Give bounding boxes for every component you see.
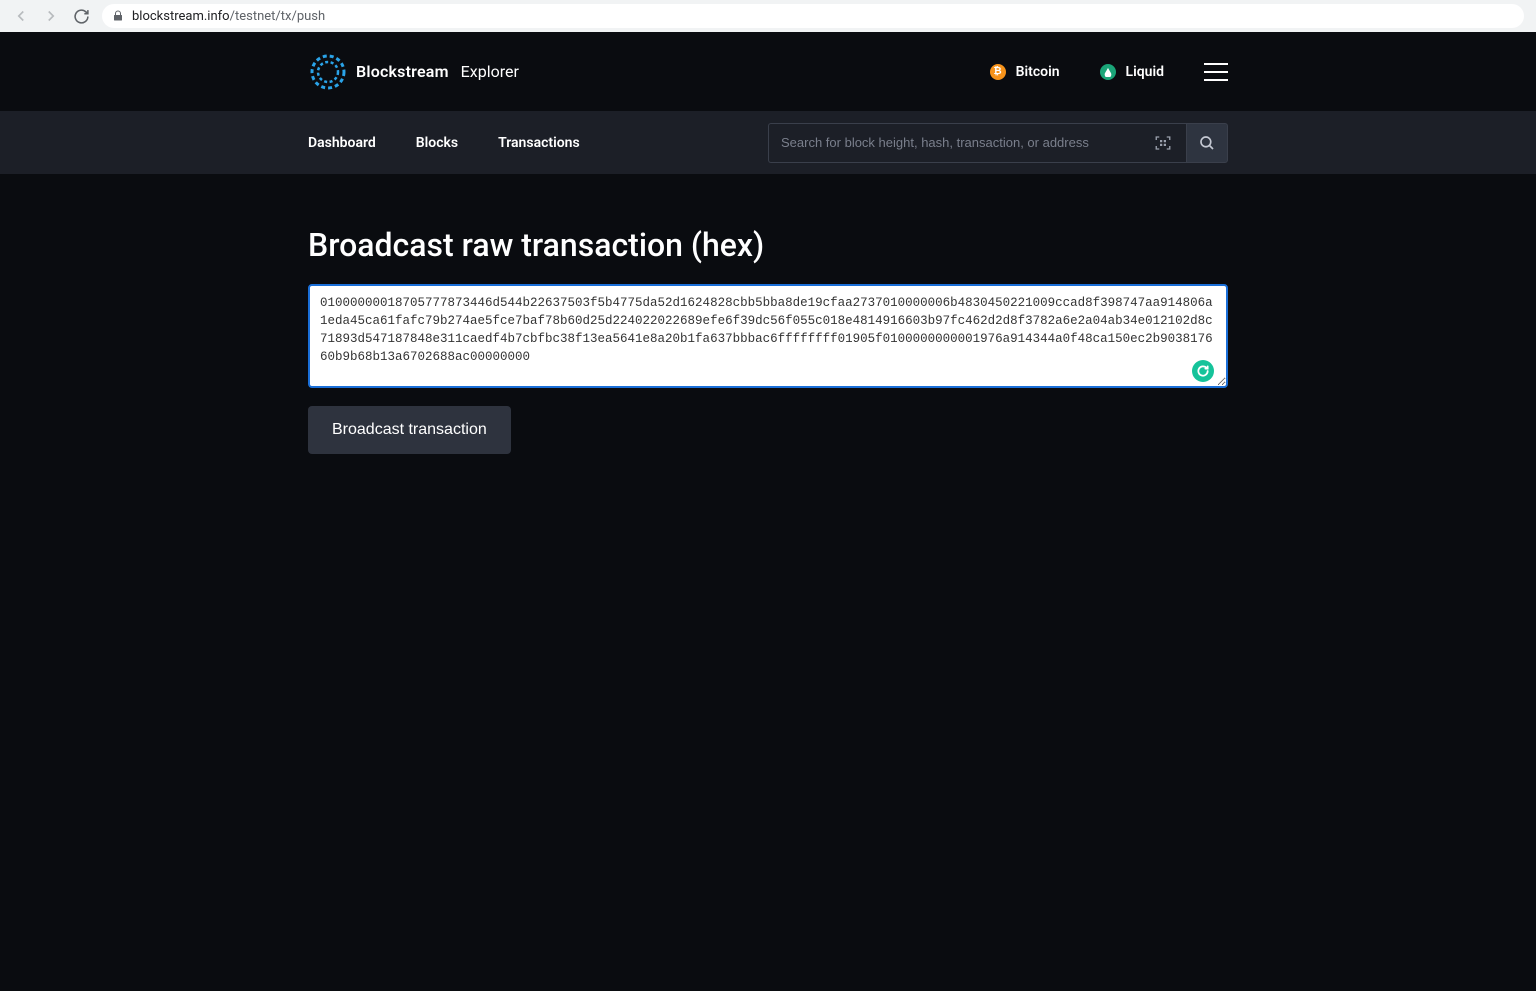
main-content: Broadcast raw transaction (hex) Broadcas… bbox=[0, 174, 1536, 454]
page-title: Broadcast raw transaction (hex) bbox=[308, 226, 1228, 264]
qr-scan-icon[interactable] bbox=[1140, 123, 1186, 163]
brand-sub: Explorer bbox=[461, 62, 519, 81]
subnav: Dashboard Blocks Transactions bbox=[0, 111, 1536, 174]
search-bar bbox=[768, 123, 1228, 163]
url-host: blockstream.info/testnet/tx/push bbox=[132, 9, 325, 24]
transaction-hex-input[interactable] bbox=[308, 284, 1228, 388]
network-liquid[interactable]: Liquid bbox=[1100, 64, 1164, 80]
back-icon[interactable] bbox=[12, 7, 30, 25]
brand-name: Blockstream bbox=[356, 62, 449, 81]
bitcoin-icon: ₿ bbox=[990, 64, 1006, 80]
network-label: Bitcoin bbox=[1016, 64, 1060, 80]
forward-icon[interactable] bbox=[42, 7, 60, 25]
nav-links: Dashboard Blocks Transactions bbox=[308, 135, 580, 151]
search-input[interactable] bbox=[768, 123, 1140, 163]
lock-icon bbox=[112, 10, 124, 22]
url-bar[interactable]: blockstream.info/testnet/tx/push bbox=[102, 4, 1524, 28]
search-button[interactable] bbox=[1186, 123, 1228, 163]
blockstream-logo-icon bbox=[308, 52, 348, 92]
brand[interactable]: Blockstream Explorer bbox=[308, 52, 519, 92]
menu-icon[interactable] bbox=[1204, 63, 1228, 81]
network-label: Liquid bbox=[1126, 64, 1164, 80]
grammarly-icon[interactable] bbox=[1192, 360, 1214, 382]
nav-blocks[interactable]: Blocks bbox=[416, 135, 458, 151]
broadcast-button[interactable]: Broadcast transaction bbox=[308, 406, 511, 454]
nav-transactions[interactable]: Transactions bbox=[498, 135, 580, 151]
reload-icon[interactable] bbox=[72, 7, 90, 25]
browser-chrome: blockstream.info/testnet/tx/push bbox=[0, 0, 1536, 32]
liquid-icon bbox=[1100, 64, 1116, 80]
nav-dashboard[interactable]: Dashboard bbox=[308, 135, 376, 151]
network-bitcoin[interactable]: ₿ Bitcoin bbox=[990, 64, 1060, 80]
site-header: Blockstream Explorer ₿ Bitcoin Liquid bbox=[0, 32, 1536, 111]
